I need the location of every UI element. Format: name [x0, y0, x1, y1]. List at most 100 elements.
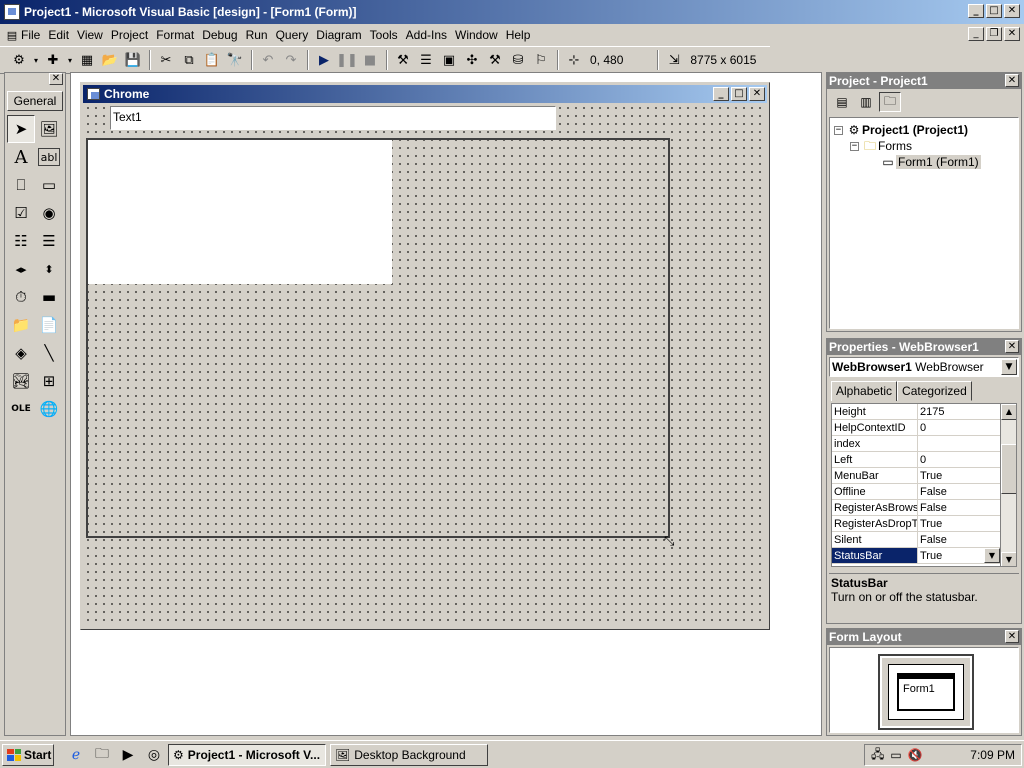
property-row-selected[interactable]: StatusBar True ▼ — [832, 548, 1016, 564]
menu-editor-icon[interactable]: ▦ — [76, 49, 98, 71]
shape-icon[interactable]: ◈ — [7, 339, 35, 367]
menu-addins[interactable]: Add-Ins — [406, 28, 453, 42]
drivelistbox-icon[interactable]: ▬ — [35, 283, 63, 311]
property-row[interactable]: Left 0 — [832, 452, 1016, 468]
clock[interactable]: 7:09 PM — [970, 748, 1015, 762]
volume-muted-icon[interactable]: 🔇 — [908, 748, 923, 762]
toolbox-general-tab[interactable]: General — [7, 91, 63, 111]
taskbar-item-desktop-background[interactable]: 🖼 Desktop Background — [330, 743, 488, 766]
properties-scrollbar[interactable]: ▲ ▼ — [1000, 404, 1016, 566]
project-explorer-icon[interactable]: ⚒ — [392, 49, 414, 71]
collapse-icon[interactable]: − — [834, 126, 843, 136]
tab-alphabetic[interactable]: Alphabetic — [831, 381, 898, 401]
menu-format[interactable]: Format — [156, 28, 200, 42]
toggle-folders-icon[interactable]: 🗀 — [879, 92, 901, 112]
filelistbox-icon[interactable]: 📄 — [35, 311, 63, 339]
form-client-grid[interactable]: Text1 ⤡ — [84, 104, 766, 626]
component-manager-icon[interactable]: ⚐ — [530, 49, 552, 71]
redo-icon[interactable]: ↷ — [280, 49, 302, 71]
view-code-icon[interactable]: ▤ — [831, 92, 853, 112]
tab-categorized[interactable]: Categorized — [897, 381, 972, 401]
hscrollbar-icon[interactable]: ◂▸ — [7, 255, 35, 283]
scroll-thumb[interactable] — [1001, 444, 1016, 494]
close-button[interactable]: ✕ — [1004, 4, 1020, 18]
taskbar-item-vb[interactable]: ⚙ Project1 - Microsoft V... — [168, 743, 326, 766]
open-folder-icon[interactable]: 📂 — [99, 49, 121, 71]
menu-tools[interactable]: Tools — [370, 28, 404, 42]
form-layout-icon[interactable]: ▣ — [438, 49, 460, 71]
optionbutton-icon[interactable]: ◉ — [35, 199, 63, 227]
menu-diagram[interactable]: Diagram — [316, 28, 367, 42]
menu-edit[interactable]: Edit — [48, 28, 75, 42]
toolbox-icon[interactable]: ⚒ — [484, 49, 506, 71]
collapse-icon[interactable]: − — [850, 142, 859, 152]
property-row[interactable]: RegisterAsBrowserFalse — [832, 500, 1016, 516]
text1-textbox[interactable]: Text1 — [110, 106, 556, 130]
chevron-down-icon[interactable]: ▼ — [1001, 359, 1017, 375]
commandbutton-icon[interactable]: ▭ — [35, 171, 63, 199]
form-doc-icon[interactable]: ▤ — [4, 27, 20, 43]
add-form-icon[interactable]: ✚ — [42, 49, 64, 71]
properties-window-icon[interactable]: ☰ — [415, 49, 437, 71]
tree-node-project[interactable]: − ⚙ Project1 (Project1) — [834, 122, 1014, 138]
property-row[interactable]: Height 2175 — [832, 404, 1016, 420]
project-explorer-close-icon[interactable]: ✕ — [1005, 74, 1019, 87]
menu-file[interactable]: File — [21, 28, 46, 42]
paste-icon[interactable]: 📋 — [201, 49, 223, 71]
dirlistbox-icon[interactable]: 📁 — [7, 311, 35, 339]
object-selector[interactable]: WebBrowser1 WebBrowser ▼ — [829, 357, 1019, 377]
network-icon[interactable]: 🖧 — [871, 745, 884, 766]
break-icon[interactable]: ❚❚ — [336, 49, 358, 71]
data-icon[interactable]: ⊞ — [35, 367, 63, 395]
start-run-icon[interactable]: ▶ — [313, 49, 335, 71]
vb-app-icon[interactable] — [4, 4, 20, 20]
scroll-down-icon[interactable]: ▼ — [1001, 552, 1016, 566]
chrome-icon[interactable]: ◎ — [144, 745, 164, 765]
add-project-icon[interactable]: ⚙ — [8, 49, 30, 71]
combobox-icon[interactable]: ☷ — [7, 227, 35, 255]
explorer-icon[interactable]: 🗀 — [92, 745, 112, 765]
internet-explorer-icon[interactable]: ℯ — [66, 745, 86, 765]
textbox-icon[interactable]: abl — [38, 148, 60, 166]
toolbox-close-icon[interactable]: ✕ — [49, 73, 63, 85]
menu-window[interactable]: Window — [455, 28, 504, 42]
start-button[interactable]: Start — [2, 743, 54, 766]
property-value[interactable]: True — [918, 548, 984, 563]
property-row[interactable]: Offline False — [832, 484, 1016, 500]
webbrowser-icon[interactable]: 🌐 — [35, 395, 63, 423]
tree-node-forms[interactable]: − 🗀 Forms — [834, 138, 1014, 154]
object-browser-icon[interactable]: ✣ — [461, 49, 483, 71]
child-close-button[interactable]: ✕ — [1004, 27, 1020, 41]
property-row[interactable]: MenuBar True — [832, 468, 1016, 484]
form-layout-close-icon[interactable]: ✕ — [1005, 630, 1019, 643]
picturebox-icon[interactable]: 🖼 — [35, 115, 63, 143]
menu-help[interactable]: Help — [506, 28, 537, 42]
menu-run[interactable]: Run — [246, 28, 274, 42]
property-row[interactable]: Silent False — [832, 532, 1016, 548]
menu-view[interactable]: View — [77, 28, 109, 42]
timer-icon[interactable]: ⏱ — [7, 283, 35, 311]
display-icon[interactable]: ▭ — [890, 748, 901, 762]
form-minimize-button[interactable]: _ — [713, 87, 729, 101]
scroll-up-icon[interactable]: ▲ — [1001, 404, 1016, 420]
child-minimize-button[interactable]: _ — [968, 27, 984, 41]
listbox-icon[interactable]: ☰ — [35, 227, 63, 255]
property-row[interactable]: RegisterAsDropTargetTrue — [832, 516, 1016, 532]
checkbox-icon[interactable]: ☑ — [7, 199, 35, 227]
property-row[interactable]: index — [832, 436, 1016, 452]
cut-icon[interactable]: ✂ — [155, 49, 177, 71]
ole-icon[interactable]: OLE — [7, 395, 35, 423]
menu-project[interactable]: Project — [111, 28, 154, 42]
property-dropdown-icon[interactable]: ▼ — [984, 548, 1000, 563]
undo-icon[interactable]: ↶ — [257, 49, 279, 71]
form-maximize-button[interactable]: □ — [731, 87, 747, 101]
frame-icon[interactable]: ⎕ — [7, 171, 35, 199]
stop-icon[interactable]: ■ — [359, 49, 381, 71]
layout-form-preview[interactable]: Form1 — [897, 673, 955, 711]
line-icon[interactable]: ╲ — [35, 339, 63, 367]
copy-icon[interactable]: ⧉ — [178, 49, 200, 71]
dropdown-arrow-icon[interactable]: ▾ — [31, 49, 41, 71]
webbrowser1-control[interactable] — [86, 138, 670, 538]
maximize-button[interactable]: □ — [986, 4, 1002, 18]
properties-close-icon[interactable]: ✕ — [1005, 340, 1019, 353]
